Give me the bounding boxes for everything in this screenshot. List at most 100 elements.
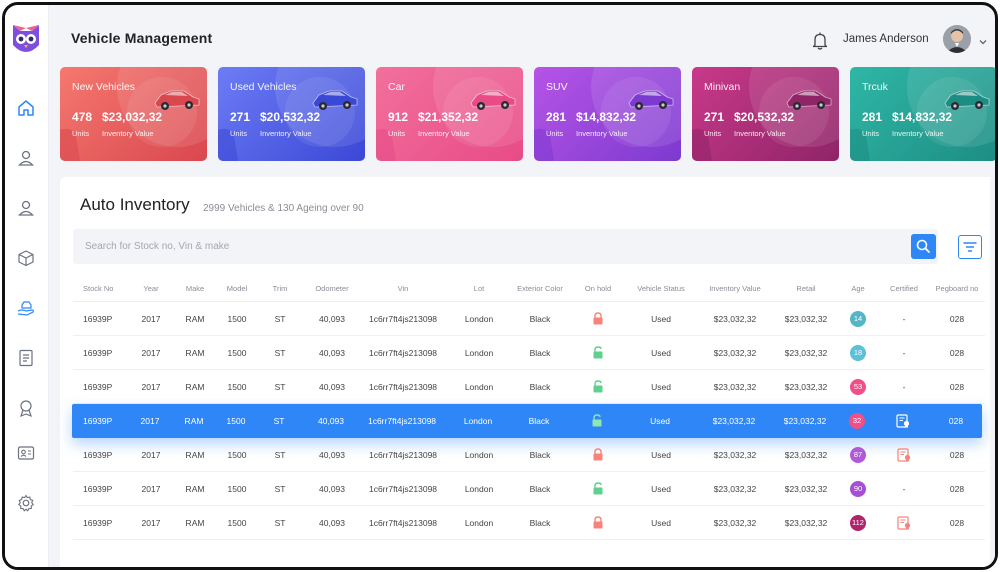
certificate-icon[interactable] <box>895 413 911 429</box>
document-icon[interactable] <box>16 348 36 368</box>
inventory-subtitle: 2999 Vehicles & 130 Ageing over 90 <box>203 203 364 214</box>
cell-lot: London <box>464 348 494 358</box>
age-badge: 112 <box>850 515 866 531</box>
cell-vin: 1c6rr7ft4js213098 <box>368 450 438 460</box>
hand-car-icon[interactable] <box>16 298 36 318</box>
lock-icon[interactable] <box>592 448 604 461</box>
card-truck[interactable]: Trcuk 281 Units $14,832,32 Inventory Value <box>850 67 995 161</box>
card-minivan[interactable]: Minivan 271 Units $20,532,32 Inventory Value <box>692 67 839 161</box>
cell-inventory-value: $23,032,32 <box>713 382 757 392</box>
certificate-icon[interactable] <box>896 515 912 531</box>
col-trim[interactable]: Trim <box>273 284 288 293</box>
cell-vehicle-status: Used <box>650 416 670 426</box>
card-units: 281 <box>546 110 567 124</box>
col-exterior-color[interactable]: Exterior Color <box>517 284 563 293</box>
col-vin[interactable]: Vin <box>398 284 409 293</box>
avatar[interactable] <box>943 25 971 53</box>
col-age[interactable]: Age <box>851 284 864 293</box>
table-row[interactable]: 16939P 2017 RAM 1500 ST 40,093 1c6rr7ft4js2130… <box>73 370 985 404</box>
cell-lot: London <box>464 518 494 528</box>
vehicle-icon <box>941 81 993 115</box>
col-year[interactable]: Year <box>143 284 158 293</box>
card-new-vehicles[interactable]: New Vehicles 478 Units $23,032,32 Inventory … <box>60 67 207 161</box>
col-pegboard-no[interactable]: Pegboard no <box>936 284 979 293</box>
card-units: 271 <box>230 110 251 124</box>
cell-pegboard-no: 028 <box>949 314 965 324</box>
cell-vehicle-status: Used <box>651 348 671 358</box>
vehicle-icon <box>309 81 361 115</box>
lock-icon[interactable] <box>592 516 604 529</box>
col-inventory-value[interactable]: Inventory Value <box>709 284 761 293</box>
user-name[interactable]: James Anderson <box>843 33 929 45</box>
col-make[interactable]: Make <box>186 284 204 293</box>
cell-model: 1500 <box>227 382 247 392</box>
cell-trim: ST <box>274 382 286 392</box>
cell-model: 1500 <box>227 348 247 358</box>
cell-make: RAM <box>185 348 205 358</box>
vehicle-icon <box>625 81 677 115</box>
col-stock-no[interactable]: Stock No <box>83 284 113 293</box>
col-on-hold[interactable]: On hold <box>585 284 611 293</box>
col-model[interactable]: Model <box>227 284 247 293</box>
unlock-icon[interactable] <box>592 380 604 393</box>
col-odometer[interactable]: Odometer <box>315 284 348 293</box>
card-title: Trcuk <box>862 81 888 93</box>
id-card-icon[interactable] <box>16 443 36 463</box>
package-icon[interactable] <box>16 248 36 268</box>
lock-icon[interactable] <box>592 312 604 325</box>
age-badge: 32 <box>849 413 865 429</box>
cell-exterior-color: Black <box>529 484 551 494</box>
table-row[interactable]: 16939P 2017 RAM 1500 ST 40,093 1c6rr7ft4js2130… <box>72 404 982 438</box>
card-units-label: Units <box>388 129 406 138</box>
cell-model: 1500 <box>227 314 247 324</box>
cell-inventory-value: $23,032,32 <box>713 348 757 358</box>
table-row[interactable]: 16939P 2017 RAM 1500 ST 40,093 1c6rr7ft4js2130… <box>73 336 985 370</box>
cell-exterior-color: Black <box>529 382 551 392</box>
gear-icon[interactable] <box>16 493 36 513</box>
search-button[interactable] <box>911 234 936 259</box>
cell-trim: ST <box>274 518 286 528</box>
vehicle-icon <box>151 81 203 115</box>
user-icon[interactable] <box>16 148 36 168</box>
cell-retail: $23,032,32 <box>784 314 828 324</box>
bell-icon[interactable] <box>811 31 829 51</box>
table-row[interactable]: 16939P 2017 RAM 1500 ST 40,093 1c6rr7ft4js2130… <box>73 302 985 336</box>
cell-stock-no: 16939P <box>83 348 113 358</box>
search-input[interactable] <box>85 229 905 264</box>
unlock-icon[interactable] <box>592 346 604 359</box>
cell-vin: 1c6rr7ft4js213098 <box>368 348 438 358</box>
cell-certified: - <box>902 382 906 392</box>
cell-lot: London <box>464 450 494 460</box>
card-inventory-value-label: Inventory Value <box>576 129 628 138</box>
scrollbar-track[interactable] <box>990 177 995 567</box>
user-alt-icon[interactable] <box>16 198 36 218</box>
card-units: 281 <box>862 110 883 124</box>
table-row[interactable]: 16939P 2017 RAM 1500 ST 40,093 1c6rr7ft4js2130… <box>73 472 985 506</box>
unlock-icon[interactable] <box>591 414 603 427</box>
owl-logo[interactable] <box>10 19 42 59</box>
age-badge: 53 <box>850 379 866 395</box>
table-row[interactable]: 16939P 2017 RAM 1500 ST 40,093 1c6rr7ft4js2130… <box>73 506 985 540</box>
card-car[interactable]: Car 912 Units $21,352,32 Inventory Value <box>376 67 523 161</box>
card-used-vehicles[interactable]: Used Vehicles 271 Units $20,532,32 Inventory… <box>218 67 365 161</box>
table-row[interactable]: 16939P 2017 RAM 1500 ST 40,093 1c6rr7ft4js2130… <box>73 438 985 472</box>
col-lot[interactable]: Lot <box>474 284 484 293</box>
unlock-icon[interactable] <box>592 482 604 495</box>
col-retail[interactable]: Retail <box>796 284 815 293</box>
cell-pegboard-no: 028 <box>949 518 965 528</box>
card-units-label: Units <box>704 129 722 138</box>
cell-vehicle-status: Used <box>651 450 671 460</box>
cell-year: 2017 <box>140 416 160 426</box>
chevron-down-icon[interactable] <box>978 34 988 45</box>
filter-icon <box>963 242 977 252</box>
cell-stock-no: 16939P <box>83 484 113 494</box>
home-icon[interactable] <box>16 98 36 118</box>
filter-button[interactable] <box>958 235 982 259</box>
card-suv[interactable]: SUV 281 Units $14,832,32 Inventory Value <box>534 67 681 161</box>
award-icon[interactable] <box>16 398 36 418</box>
cell-model: 1500 <box>227 518 247 528</box>
certificate-icon[interactable] <box>896 447 912 463</box>
col-certified[interactable]: Certified <box>890 284 918 293</box>
cell-vin: 1c6rr7ft4js213098 <box>368 484 438 494</box>
col-vehicle-status[interactable]: Vehicle Status <box>637 284 685 293</box>
